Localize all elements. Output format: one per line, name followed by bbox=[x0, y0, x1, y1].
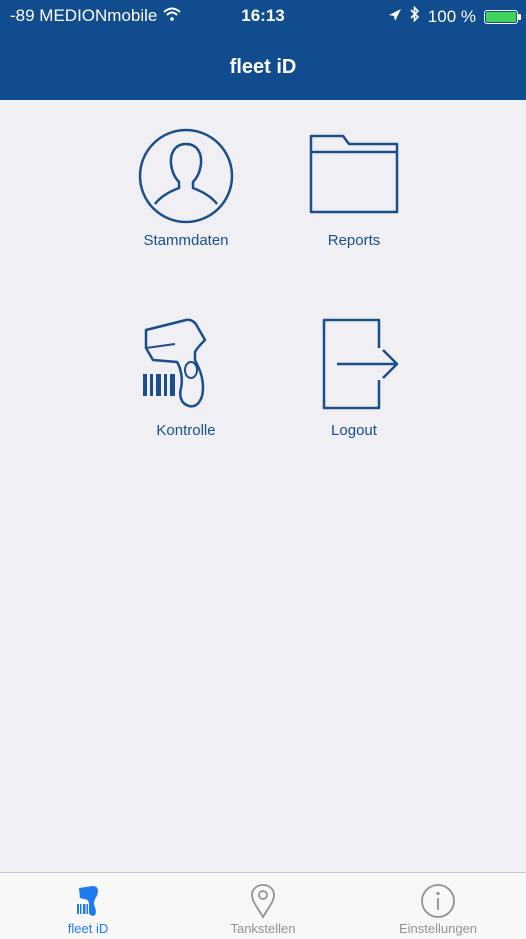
folder-icon bbox=[299, 128, 409, 228]
kontrolle-label: Kontrolle bbox=[156, 422, 216, 439]
status-bar: -89 MEDIONmobile 16:13 100 % bbox=[0, 0, 526, 30]
kontrolle-button[interactable]: Kontrolle bbox=[96, 318, 276, 439]
person-icon bbox=[131, 128, 241, 228]
tab-einstellungen-label: Einstellungen bbox=[398, 921, 478, 936]
navigation-bar: -89 MEDIONmobile 16:13 100 % fleet iD bbox=[0, 0, 526, 100]
status-right: 100 % bbox=[388, 5, 521, 27]
stammdaten-label: Stammdaten bbox=[143, 232, 229, 249]
scanner-tab-icon bbox=[0, 881, 176, 921]
reports-label: Reports bbox=[327, 232, 381, 249]
tab-fleet-id[interactable]: fleet iD bbox=[0, 881, 176, 936]
reports-button[interactable]: Reports bbox=[264, 128, 444, 249]
location-arrow-icon bbox=[388, 7, 402, 27]
tab-einstellungen[interactable]: Einstellungen bbox=[350, 881, 526, 936]
page-title: fleet iD bbox=[229, 56, 297, 78]
stammdaten-button[interactable]: Stammdaten bbox=[96, 128, 276, 249]
tab-tankstellen[interactable]: Tankstellen bbox=[175, 881, 351, 936]
battery-icon bbox=[484, 9, 521, 24]
logout-button[interactable]: Logout bbox=[264, 318, 444, 439]
logout-label: Logout bbox=[331, 422, 377, 439]
tab-tankstellen-label: Tankstellen bbox=[230, 921, 296, 936]
location-pin-icon bbox=[175, 881, 351, 921]
tab-fleet-id-label: fleet iD bbox=[67, 921, 109, 936]
info-icon bbox=[350, 881, 526, 921]
battery-percent: 100 % bbox=[427, 6, 476, 26]
logout-icon bbox=[299, 318, 409, 418]
barcode-scanner-icon bbox=[131, 318, 241, 418]
tab-bar: fleet iD Tankstellen Einstellungen bbox=[0, 872, 526, 939]
bluetooth-icon bbox=[410, 5, 420, 27]
